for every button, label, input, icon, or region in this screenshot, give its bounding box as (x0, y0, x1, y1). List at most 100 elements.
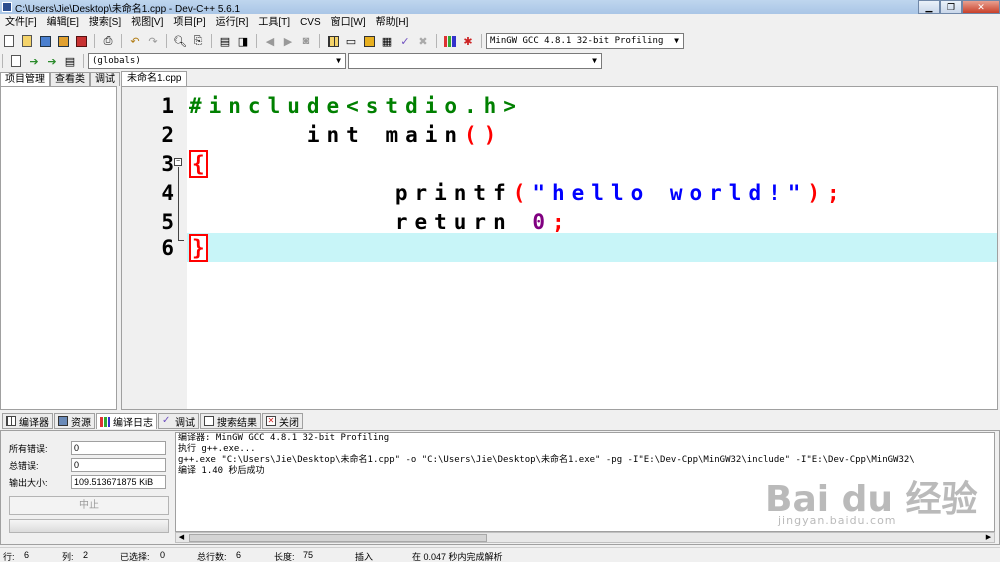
code-line: 6 } (122, 233, 997, 262)
status-insert-mode: 插入 (355, 552, 374, 562)
status-row-value: 6 (24, 550, 30, 560)
compile-progress-bar (9, 519, 169, 533)
menu-bar: 文件[F] 编辑[E] 搜索[S] 视图[V] 项目[P] 运行[R] 工具[T… (0, 15, 1000, 31)
menu-run[interactable]: 运行[R] (211, 15, 254, 31)
bookmark-icon[interactable]: ◨ (235, 33, 251, 49)
errors-label: 所有错误: (9, 443, 48, 454)
paren-text: () (464, 122, 504, 147)
abort-button[interactable]: 中止 (9, 496, 169, 515)
menu-tools[interactable]: 工具[T] (253, 15, 295, 31)
semicolon-text: ; (552, 209, 572, 234)
goto-line-icon[interactable]: ▤ (217, 33, 233, 49)
save-all-icon[interactable] (55, 33, 71, 49)
tab-resources-label: 资源 (71, 417, 91, 429)
status-parse-info: 在 0.047 秒内完成解析 (412, 552, 503, 562)
resource-icon (58, 416, 68, 426)
redo-icon[interactable]: ↷ (145, 33, 161, 49)
undo-icon[interactable]: ↶ (127, 33, 143, 49)
toggle-comment-icon[interactable]: ◙ (298, 33, 314, 49)
tab-debug-output[interactable]: ✓ 调试 (158, 413, 199, 429)
window-controls: ▁ ❐ ✕ (918, 0, 1000, 14)
grid-icon (6, 416, 16, 426)
status-length-label: 长度: (274, 552, 295, 562)
line-number: 5 (161, 209, 174, 234)
print-icon[interactable]: ⎙ (100, 33, 116, 49)
tab-compile-log-label: 编译日志 (113, 418, 153, 429)
restore-button[interactable]: ❐ (940, 0, 962, 14)
fold-collapse-icon[interactable]: − (174, 158, 182, 166)
brace-text: } (189, 233, 208, 262)
keyword-text: int (306, 122, 366, 147)
compile-icon[interactable] (325, 33, 341, 49)
tab-close-label: 关闭 (279, 417, 299, 429)
log-line: 编译器: MinGW GCC 4.8.1 32-bit Profiling (178, 433, 390, 443)
code-line: 5 return 0; (122, 207, 997, 236)
run-icon[interactable]: ▭ (343, 33, 359, 49)
status-col-value: 2 (83, 550, 89, 560)
close-button[interactable]: ✕ (962, 0, 1000, 14)
tab-debug[interactable]: 调试 (90, 72, 120, 86)
tab-search-results[interactable]: 搜索结果 (200, 413, 261, 429)
warnings-row: 总错误: 0 (9, 458, 166, 472)
editor-file-tab[interactable]: 未命名1.cpp (121, 71, 188, 86)
rebuild-icon[interactable]: ▦ (379, 33, 395, 49)
compile-run-icon[interactable] (361, 33, 377, 49)
insert-icon[interactable]: ➔ (26, 53, 42, 69)
string-literal-text: "hello world!" (532, 180, 808, 205)
number-literal-text: 0 (532, 209, 553, 234)
chevron-down-icon: ▼ (336, 56, 341, 65)
scrollbar-thumb[interactable] (189, 534, 487, 542)
errors-row: 所有错误: 0 (9, 441, 166, 455)
member-select[interactable]: ▼ (348, 53, 602, 69)
compiler-select-value: MinGW GCC 4.8.1 32-bit Profiling (490, 36, 664, 46)
indent-icon[interactable]: ◀ (262, 33, 278, 49)
menu-edit[interactable]: 编辑[E] (42, 15, 84, 31)
remove-icon[interactable]: ➔ (44, 53, 60, 69)
tab-compiler[interactable]: 编译器 (2, 413, 53, 429)
tab-compile-log[interactable]: 编译日志 (96, 413, 157, 429)
tab-debug-output-label: 调试 (175, 417, 195, 429)
status-selected-value: 0 (160, 550, 166, 560)
profile-chart-icon[interactable] (442, 33, 458, 49)
log-horizontal-scrollbar[interactable]: ◀ ▶ (175, 532, 995, 543)
open-file-icon[interactable] (19, 33, 35, 49)
menu-file[interactable]: 文件[F] (0, 15, 42, 31)
scroll-right-icon[interactable]: ▶ (983, 533, 994, 542)
stop-execution-icon[interactable]: ✖ (415, 33, 431, 49)
code-text: { (189, 149, 208, 178)
devcpp-app-icon (2, 2, 12, 12)
class-toolbar: ➔ ➔ ▤ (globals) ▼ ▼ (0, 52, 1000, 70)
scroll-left-icon[interactable]: ◀ (176, 533, 187, 542)
menu-cvs[interactable]: CVS (295, 15, 326, 31)
code-editor[interactable]: 1 #include<stdio.h> 2 int main() 3 − { 4… (121, 86, 998, 410)
project-options-icon[interactable]: ▤ (62, 53, 78, 69)
output-size-row: 输出大小: 109.513671875 KiB (9, 475, 166, 489)
menu-window[interactable]: 窗口[W] (326, 15, 371, 31)
project-tree-panel[interactable] (0, 86, 117, 410)
replace-icon[interactable]: ⎘ (190, 33, 206, 49)
menu-search[interactable]: 搜索[S] (84, 15, 126, 31)
tab-resources[interactable]: 资源 (54, 413, 95, 429)
syntax-check-icon[interactable]: ✓ (397, 33, 413, 49)
search-icon (204, 416, 214, 426)
save-icon[interactable] (37, 33, 53, 49)
compiler-select[interactable]: MinGW GCC 4.8.1 32-bit Profiling ▼ (486, 33, 684, 49)
debug-bug-icon[interactable]: ✱ (460, 33, 476, 49)
tab-project-manager[interactable]: 项目管理 (0, 72, 50, 86)
tab-class-browser[interactable]: 查看类 (50, 72, 90, 86)
tab-close[interactable]: ✕ 关闭 (262, 413, 303, 429)
unindent-icon[interactable]: ▶ (280, 33, 296, 49)
minimize-button[interactable]: ▁ (918, 0, 940, 14)
new-project-icon[interactable] (8, 53, 24, 69)
tab-search-results-label: 搜索结果 (217, 417, 257, 429)
close-file-icon[interactable] (73, 33, 89, 49)
find-icon[interactable]: 🔍︎ (172, 33, 188, 49)
line-number: 4 (161, 180, 174, 205)
scope-select[interactable]: (globals) ▼ (88, 53, 346, 69)
menu-view[interactable]: 视图[V] (126, 15, 168, 31)
output-size-label: 输出大小: (9, 477, 48, 488)
menu-project[interactable]: 项目[P] (168, 15, 210, 31)
new-file-icon[interactable] (1, 33, 17, 49)
menu-help[interactable]: 帮助[H] (371, 15, 414, 31)
status-total-lines-value: 6 (236, 550, 242, 560)
